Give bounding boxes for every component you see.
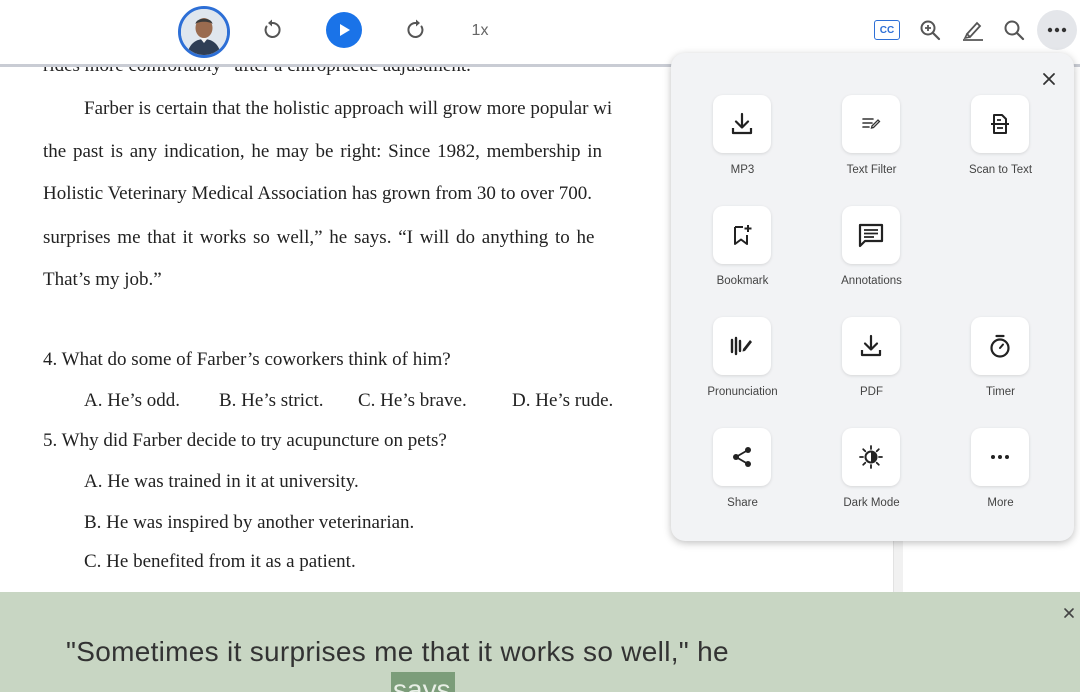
menu-item-label: Text Filter	[846, 164, 897, 176]
caption-next-word-text: says	[393, 674, 451, 692]
highlighter-icon	[963, 21, 983, 41]
text-filter-icon	[862, 118, 881, 129]
caption-next-word: says	[391, 672, 455, 692]
close-menu-button[interactable]	[1038, 68, 1060, 90]
question-4-option-b: B. He’s strict.	[219, 390, 324, 411]
menu-item-bookmark[interactable]: Bookmark	[671, 206, 801, 306]
rewind-button[interactable]	[256, 14, 288, 46]
dark-mode-button[interactable]	[842, 428, 900, 486]
menu-item-pdf[interactable]: PDF	[800, 317, 930, 417]
annotations-button[interactable]	[842, 206, 900, 264]
menu-item-label: More	[987, 497, 1014, 509]
menu-item-pronunciation[interactable]: Pronunciation	[671, 317, 801, 417]
menu-item-text-filter[interactable]: Text Filter	[800, 95, 930, 195]
avatar-portrait-icon	[181, 9, 227, 55]
caption-bar: "Sometimes it surprises me that it works…	[0, 592, 1080, 692]
highlighter-button[interactable]	[958, 16, 988, 44]
forward-icon	[407, 19, 424, 38]
more-button[interactable]	[971, 428, 1029, 486]
menu-item-dark-mode[interactable]: Dark Mode	[800, 428, 930, 528]
menu-item-label: MP3	[730, 164, 755, 176]
question-5-option-a: A. He was trained in it at university.	[84, 471, 359, 492]
share-button[interactable]	[713, 428, 771, 486]
paragraph-line: the past is any indication, he may be ri…	[43, 141, 603, 162]
timer-button[interactable]	[971, 317, 1029, 375]
close-caption-button[interactable]	[1060, 604, 1078, 622]
question-4-option-a: A. He’s odd.	[84, 390, 181, 411]
zoom-in-icon	[920, 20, 941, 41]
bookmark-button[interactable]	[713, 206, 771, 264]
paragraph-line: That’s my job.”	[43, 269, 162, 290]
close-icon	[1064, 608, 1074, 618]
playback-speed-button[interactable]: 1x	[466, 18, 494, 44]
closed-caption-button[interactable]: CC	[874, 20, 900, 40]
caption-text: "Sometimes it surprises me that it works…	[66, 636, 729, 667]
paragraph-line: Farber is certain that the holistic appr…	[84, 98, 613, 119]
menu-item-label: Bookmark	[716, 275, 769, 287]
question-4-option-d: D. He’s rude.	[512, 390, 614, 411]
annotation-icon	[858, 223, 884, 248]
pdf-button[interactable]	[842, 317, 900, 375]
question-5: 5. Why did Farber decide to try acupunct…	[43, 430, 447, 451]
bookmark-add-icon	[734, 225, 752, 245]
zoom-in-button[interactable]	[916, 16, 944, 44]
menu-item-label: PDF	[860, 386, 883, 398]
search-icon	[1004, 20, 1025, 41]
menu-item-mp3[interactable]: MP3	[671, 95, 801, 195]
text-filter-button[interactable]	[842, 95, 900, 153]
forward-button[interactable]	[400, 14, 432, 46]
search-button[interactable]	[1000, 16, 1028, 44]
brightness-icon	[859, 445, 883, 469]
pronunciation-button[interactable]	[713, 317, 771, 375]
question-4: 4. What do some of Farber’s coworkers th…	[43, 349, 451, 370]
menu-item-label: Dark Mode	[843, 497, 900, 509]
close-icon	[1043, 73, 1055, 85]
share-icon	[733, 447, 751, 467]
pronunciation-icon	[730, 336, 752, 356]
download-icon	[731, 112, 753, 135]
menu-item-timer[interactable]: Timer	[929, 317, 1059, 417]
download-icon	[860, 334, 882, 357]
more-options-button[interactable]	[1037, 10, 1077, 50]
menu-item-label: Share	[727, 497, 758, 509]
question-5-option-b: B. He was inspired by another veterinari…	[84, 512, 415, 533]
scan-to-text-button[interactable]	[971, 95, 1029, 153]
clipped-line: rides more comfortably” after a chiropra…	[43, 67, 471, 77]
question-5-option-c: C. He benefited from it as a patient.	[84, 551, 356, 572]
menu-item-scan-to-text[interactable]: Scan to Text	[929, 95, 1059, 195]
scan-text-icon	[991, 114, 1009, 134]
menu-item-label: Scan to Text	[968, 164, 1033, 176]
question-4-option-c: C. He’s brave.	[358, 390, 467, 411]
paragraph-line: Holistic Veterinary Medical Association …	[43, 183, 592, 204]
menu-item-more[interactable]: More	[929, 428, 1059, 528]
menu-item-share[interactable]: Share	[671, 428, 801, 528]
rewind-icon	[264, 19, 281, 38]
mp3-button[interactable]	[713, 95, 771, 153]
paragraph-line: surprises me that it works so well,” he …	[43, 227, 595, 248]
menu-item-annotations[interactable]: Annotations	[800, 206, 930, 306]
more-dots-icon	[991, 455, 1009, 459]
menu-item-label: Annotations	[841, 275, 902, 287]
options-menu: MP3 Text Filter Scan to Text Bookmark An…	[671, 53, 1074, 541]
play-button[interactable]	[326, 12, 362, 48]
narrator-avatar[interactable]	[178, 6, 230, 58]
menu-item-label: Pronunciation	[707, 386, 778, 398]
timer-icon	[990, 334, 1010, 358]
more-dots-icon	[1047, 27, 1067, 33]
menu-item-label: Timer	[986, 386, 1015, 398]
play-icon	[340, 24, 350, 36]
